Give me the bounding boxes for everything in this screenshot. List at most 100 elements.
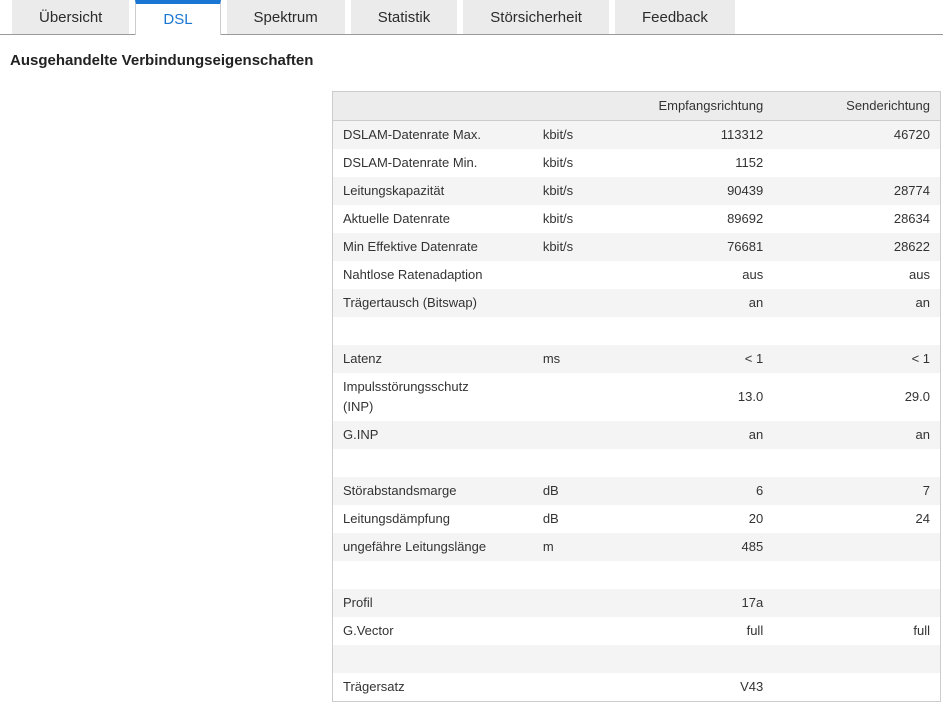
row-unit (533, 561, 611, 589)
row-upstream-value (773, 673, 940, 702)
row-unit (533, 589, 611, 617)
row-downstream-value: an (748, 295, 764, 310)
tab-bar: Übersicht DSL Spektrum Statistik Störsic… (0, 0, 943, 35)
table-row: Trägersatz V43 (332, 673, 941, 702)
table-header-row: Empfangsrichtung Senderichtung (332, 91, 941, 121)
table-row (332, 449, 941, 477)
row-unit (533, 421, 611, 449)
row-downstream-value (611, 449, 773, 477)
row-unit: kbit/s (542, 239, 574, 254)
row-downstream-value: 1152 (735, 155, 764, 170)
table-row: DSLAM-Datenrate Max. kbit/s 113312 46720 (332, 120, 941, 149)
row-upstream-value (773, 645, 940, 673)
row-downstream-value: 20 (748, 511, 764, 526)
row-unit (533, 373, 611, 421)
row-upstream-value: 24 (915, 511, 930, 526)
table-row: ungefähre Leitungslänge m 485 (332, 533, 941, 561)
row-upstream-value (773, 317, 940, 345)
row-unit (533, 289, 611, 317)
row-unit: kbit/s (542, 127, 574, 142)
row-unit: m (542, 539, 554, 554)
row-label: Profil (343, 595, 373, 610)
row-downstream-value: 6 (755, 483, 764, 498)
table-row: Störabstandsmarge dB 6 7 (332, 477, 941, 505)
row-downstream-value: 113312 (720, 127, 764, 142)
row-upstream-value: full (913, 623, 930, 638)
table-row (332, 561, 941, 589)
row-upstream-value: 28622 (893, 239, 930, 254)
tab-stoersicherheit[interactable]: Störsicherheit (463, 0, 609, 34)
row-unit: ms (542, 351, 561, 366)
table-row: Leitungsdämpfung dB 20 24 (332, 505, 941, 533)
row-unit (533, 645, 611, 673)
row-label: Leitungskapazität (343, 183, 445, 198)
row-downstream-value (611, 645, 773, 673)
header-label-column (332, 91, 533, 121)
table-row (332, 317, 941, 345)
row-label: Trägersatz (343, 679, 405, 694)
table-row: G.Vector full full (332, 617, 941, 645)
table-row: Latenz ms < 1 < 1 (332, 345, 941, 373)
row-unit: kbit/s (542, 155, 574, 170)
row-label: Störabstandsmarge (343, 483, 457, 498)
row-downstream-value: 76681 (727, 239, 764, 254)
row-label: DSLAM-Datenrate Max. (343, 127, 481, 142)
tab-spektrum[interactable]: Spektrum (226, 0, 345, 34)
row-label: Latenz (343, 351, 383, 366)
row-upstream-value (773, 533, 940, 561)
connection-properties-table: Empfangsrichtung Senderichtung DSLAM-Dat… (332, 91, 941, 702)
table-row: Aktuelle Datenrate kbit/s 89692 28634 (332, 205, 941, 233)
row-label: Aktuelle Datenrate (343, 211, 450, 226)
row-unit (533, 449, 611, 477)
table-row: Trägertausch (Bitswap) an an (332, 289, 941, 317)
row-downstream-value: V43 (740, 679, 764, 694)
row-label: Nahtlose Ratenadaption (343, 267, 483, 282)
table-row: Leitungskapazität kbit/s 90439 28774 (332, 177, 941, 205)
table-row: Profil 17a (332, 589, 941, 617)
row-unit (533, 617, 611, 645)
row-unit: dB (542, 511, 559, 526)
row-upstream-value: < 1 (911, 351, 930, 366)
row-unit (533, 261, 611, 289)
row-downstream-value (611, 317, 773, 345)
row-downstream-value: 90439 (727, 183, 764, 198)
row-downstream-value: < 1 (744, 351, 764, 366)
header-upstream-column: Senderichtung (773, 91, 941, 121)
table-row: G.INP an an (332, 421, 941, 449)
row-unit: dB (542, 483, 559, 498)
tab-uebersicht[interactable]: Übersicht (12, 0, 130, 34)
row-downstream-value: full (746, 623, 764, 638)
row-label: G.INP (343, 427, 379, 442)
tab-feedback[interactable]: Feedback (614, 0, 735, 34)
tab-dsl[interactable]: DSL (135, 0, 221, 35)
row-unit (533, 317, 611, 345)
table-body: DSLAM-Datenrate Max. kbit/s 113312 46720… (332, 120, 941, 702)
row-downstream-value (611, 561, 773, 589)
row-upstream-value: an (915, 427, 930, 442)
row-label: G.Vector (343, 623, 394, 638)
row-unit: kbit/s (542, 211, 574, 226)
row-label: Trägertausch (Bitswap) (343, 295, 477, 310)
header-downstream-column: Empfangsrichtung (610, 91, 774, 121)
table-row (332, 645, 941, 673)
tab-statistik[interactable]: Statistik (350, 0, 458, 34)
page-title: Ausgehandelte Verbindungseigenschaften (10, 52, 314, 69)
row-upstream-value: 28634 (893, 211, 930, 226)
table-row: Nahtlose Ratenadaption aus aus (332, 261, 941, 289)
row-upstream-value: 28774 (893, 183, 930, 198)
row-upstream-value: 7 (922, 483, 930, 498)
table-row: Min Effektive Datenrate kbit/s 76681 286… (332, 233, 941, 261)
row-label (333, 449, 533, 477)
row-upstream-value: an (915, 295, 930, 310)
row-label: Min Effektive Datenrate (343, 239, 478, 254)
row-label (333, 317, 533, 345)
row-downstream-value: 485 (741, 539, 764, 554)
row-upstream-value: aus (909, 267, 930, 282)
table-row: Impulsstörungsschutz (INP) 13.0 29.0 (332, 373, 941, 421)
row-downstream-value: 17a (741, 595, 764, 610)
row-label: Leitungsdämpfung (343, 511, 450, 526)
row-upstream-value: 46720 (893, 127, 930, 142)
row-downstream-value: 89692 (727, 211, 764, 226)
row-unit: kbit/s (542, 183, 574, 198)
row-label (333, 561, 533, 589)
